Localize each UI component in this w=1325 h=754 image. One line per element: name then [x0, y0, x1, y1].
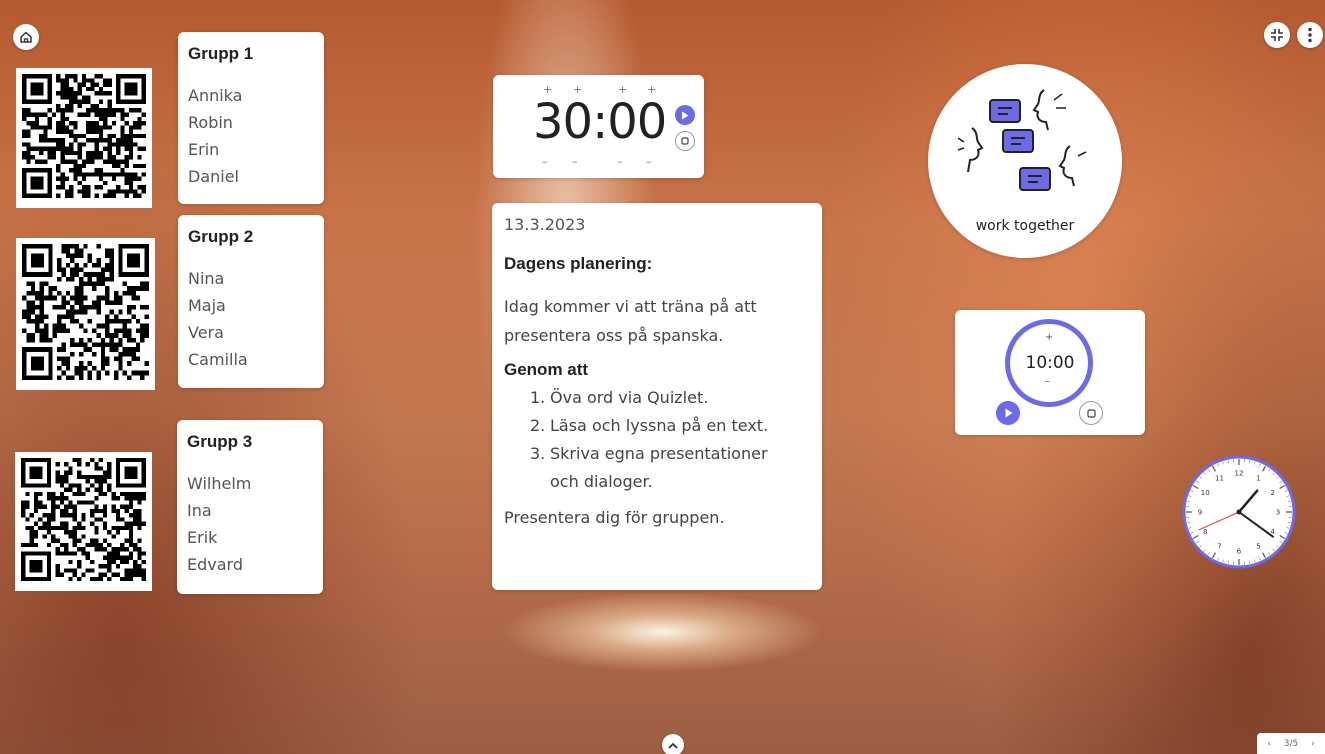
- expand-toolbar-button[interactable]: [662, 734, 684, 754]
- note-intro: Idag kommer vi att träna på att presente…: [504, 297, 757, 345]
- clock-number: 11: [1215, 475, 1224, 483]
- group-member: Camilla: [188, 350, 248, 369]
- group-member: Annika: [188, 86, 243, 105]
- group-member: Vera: [188, 323, 224, 342]
- group-member: Maja: [188, 296, 226, 315]
- play-icon: [1005, 408, 1012, 418]
- qr-code-grupp-1[interactable]: [16, 68, 152, 208]
- play-button[interactable]: [675, 105, 695, 125]
- stop-button[interactable]: [675, 131, 695, 151]
- decrement-minutes-tens-button[interactable]: –: [542, 155, 548, 168]
- collapse-button[interactable]: [1264, 22, 1290, 48]
- countdown-timer-widget[interactable]: + + + + 30:00 – – – –: [493, 75, 704, 178]
- decrement-button[interactable]: –: [1045, 376, 1050, 387]
- next-page-button[interactable]: ›: [1311, 739, 1315, 749]
- list-text: Skriva egna presentationer och dialoger.: [550, 444, 768, 491]
- qr-code-image: [22, 74, 146, 198]
- clock-number: 5: [1256, 542, 1260, 550]
- timer-display: 10:00: [1025, 353, 1075, 373]
- clock-number: 3: [1276, 509, 1280, 517]
- page-indicator: 3/5: [1283, 738, 1299, 749]
- decrement-seconds-ones-button[interactable]: –: [646, 155, 652, 168]
- stop-icon: [681, 137, 689, 145]
- group-member: Robin: [188, 113, 233, 132]
- work-together-label: work together: [975, 218, 1075, 234]
- clock-number: 6: [1237, 548, 1242, 556]
- qr-code-image: [22, 244, 149, 380]
- timer-display: 30:00: [533, 94, 667, 150]
- qr-code-image: [21, 458, 146, 581]
- page-navigator: ‹ 3/5 ›: [1257, 733, 1325, 754]
- group-member: Wilhelm: [187, 474, 252, 493]
- home-button[interactable]: [13, 24, 39, 50]
- play-icon: [682, 111, 689, 119]
- group-member: Ina: [187, 501, 212, 520]
- group-member: Daniel: [188, 167, 239, 186]
- list-item: 1. Öva ord via Quizlet.: [530, 384, 810, 412]
- clock-number: 1: [1256, 475, 1260, 483]
- clock-number: 9: [1198, 509, 1202, 517]
- clock-number: 8: [1203, 528, 1207, 536]
- clock-number: 2: [1271, 489, 1275, 497]
- ring-timer-widget[interactable]: + 10:00 –: [955, 310, 1145, 435]
- more-options-button[interactable]: [1297, 22, 1323, 48]
- list-item: 3. Skriva egna presentationer och dialoge…: [530, 440, 810, 496]
- collapse-icon: [1271, 29, 1283, 41]
- clock-number: 10: [1201, 489, 1210, 497]
- work-together-icon: [958, 89, 1087, 191]
- group-member: Nina: [188, 269, 225, 288]
- note-closing: Presentera dig för gruppen.: [504, 508, 725, 527]
- group-card-3[interactable]: Grupp 3 Wilhelm Ina Erik Edvard: [177, 420, 323, 594]
- list-text: Öva ord via Quizlet.: [550, 388, 709, 407]
- qr-code-grupp-2[interactable]: [16, 238, 155, 390]
- list-item: 2. Läsa och lyssna på en text.: [530, 412, 810, 440]
- note-subheading: Genom att: [504, 360, 589, 379]
- group-member: Erin: [188, 140, 220, 159]
- group-member: Edvard: [187, 555, 243, 574]
- work-together-widget[interactable]: work together: [928, 64, 1122, 258]
- decrement-minutes-ones-button[interactable]: –: [572, 155, 578, 168]
- note-date: 13.3.2023: [504, 215, 586, 234]
- stop-icon: [1086, 408, 1096, 418]
- note-steps-list: 1. Öva ord via Quizlet. 2. Läsa och lyssna…: [530, 384, 810, 496]
- chevron-up-icon: [668, 742, 678, 749]
- list-number: 3.: [530, 444, 546, 463]
- group-title: Grupp 3: [187, 432, 253, 451]
- home-icon: [20, 31, 32, 43]
- stop-button[interactable]: [1079, 401, 1103, 425]
- previous-page-button[interactable]: ‹: [1267, 739, 1271, 749]
- qr-code-grupp-3[interactable]: [15, 452, 152, 591]
- decrement-seconds-tens-button[interactable]: –: [617, 155, 623, 168]
- clock-center: [1236, 509, 1242, 515]
- list-number: 1.: [530, 388, 546, 407]
- clock-number: 7: [1217, 542, 1221, 550]
- group-card-1[interactable]: Grupp 1 Annika Robin Erin Daniel: [178, 32, 324, 204]
- analog-clock-widget[interactable]: 121234567891011: [1181, 454, 1297, 570]
- increment-button[interactable]: +: [1045, 332, 1053, 343]
- lesson-plan-note[interactable]: 13.3.2023 Dagens planering: Idag kommer …: [492, 203, 822, 590]
- group-member: Erik: [187, 528, 218, 547]
- more-vertical-icon: [1308, 27, 1312, 43]
- clock-number: 12: [1235, 470, 1244, 478]
- group-title: Grupp 2: [188, 227, 254, 246]
- list-text: Läsa och lyssna på en text.: [550, 416, 769, 435]
- note-heading: Dagens planering:: [504, 254, 653, 273]
- group-card-2[interactable]: Grupp 2 Nina Maja Vera Camilla: [178, 215, 324, 388]
- list-number: 2.: [530, 416, 546, 435]
- play-button[interactable]: [996, 401, 1020, 425]
- group-title: Grupp 1: [188, 44, 254, 63]
